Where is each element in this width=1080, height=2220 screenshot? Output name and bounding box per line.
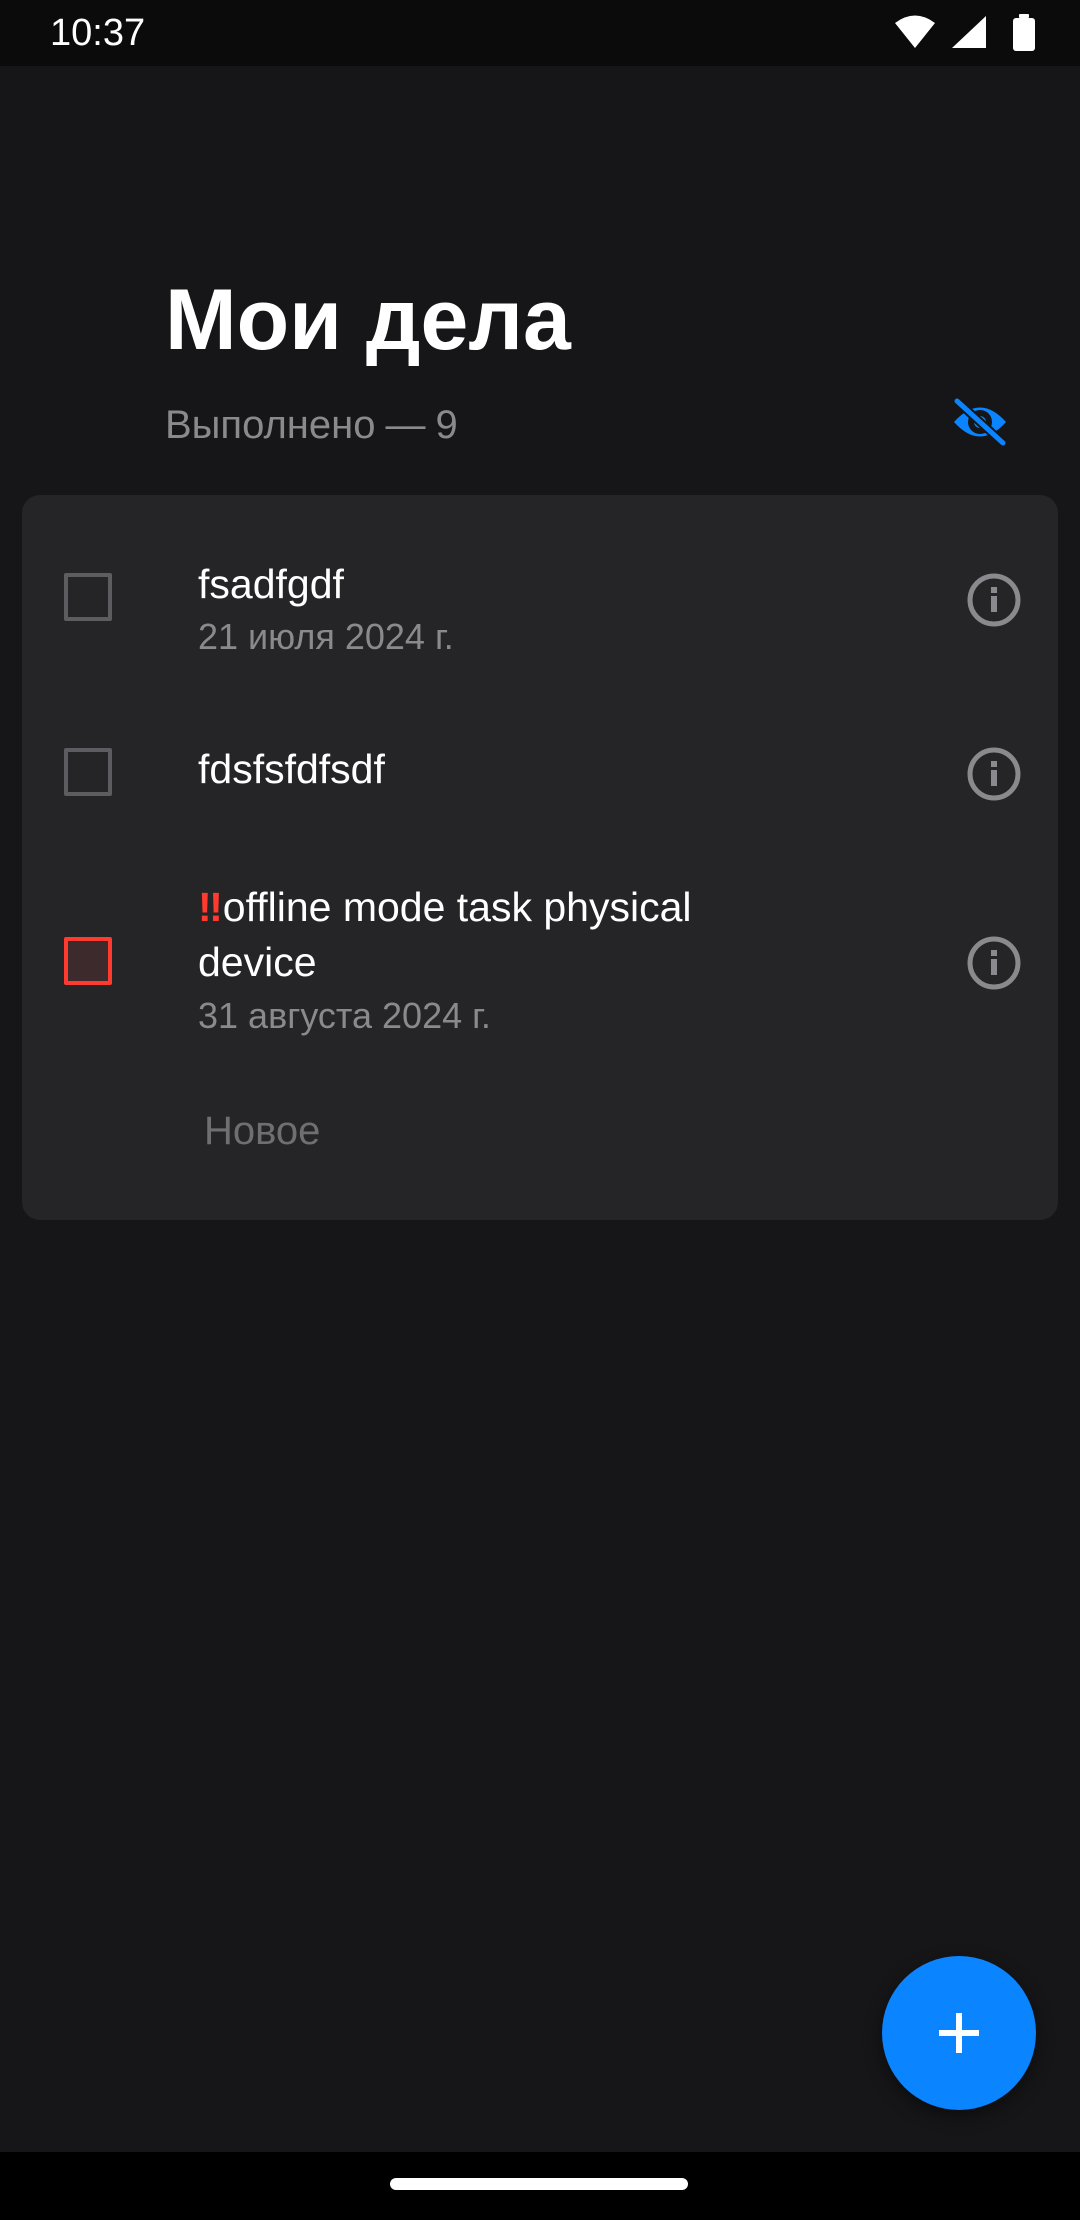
- completed-counter: Выполнено —9: [165, 397, 458, 453]
- wifi-icon: [895, 15, 935, 48]
- task-checkbox[interactable]: [64, 748, 112, 796]
- task-checkbox[interactable]: [64, 573, 112, 621]
- home-indicator[interactable]: [390, 2178, 688, 2190]
- new-task-button[interactable]: Новое: [204, 1103, 320, 1159]
- plus-icon: [939, 2013, 979, 2053]
- task-item[interactable]: fdsfsfdfsdf: [22, 720, 1058, 840]
- task-checkbox-high-priority[interactable]: [64, 937, 112, 985]
- completed-count: 9: [435, 403, 458, 447]
- task-text: ‼offline mode task physical device: [198, 880, 818, 990]
- task-date: 21 июля 2024 г.: [198, 616, 454, 657]
- add-task-fab[interactable]: [882, 1956, 1036, 2110]
- status-bar: 10:37: [0, 0, 1080, 66]
- task-item[interactable]: ‼offline mode task physical device 31 ав…: [22, 880, 1058, 1070]
- page-title: Мои дела: [165, 272, 571, 368]
- toggle-completed-visibility-button[interactable]: [948, 390, 1012, 454]
- task-date: 31 августа 2024 г.: [198, 995, 491, 1036]
- completed-separator: —: [385, 403, 426, 447]
- task-list-card: fsadfgdf 21 июля 2024 г. fdsfsfdfsdf ‼of…: [22, 495, 1058, 1220]
- task-text: fdsfsfdfsdf: [198, 746, 385, 792]
- high-priority-icon: ‼: [198, 884, 223, 930]
- info-icon[interactable]: [962, 568, 1026, 632]
- battery-icon: [1013, 14, 1035, 51]
- navigation-bar: [0, 2152, 1080, 2220]
- info-icon[interactable]: [962, 931, 1026, 995]
- task-text-value: offline mode task physical device: [198, 884, 692, 985]
- status-time: 10:37: [50, 12, 146, 54]
- completed-label: Выполнено: [165, 403, 376, 447]
- task-text: fsadfgdf: [198, 561, 344, 607]
- cellular-signal-icon: [952, 16, 986, 48]
- eye-off-icon: [952, 397, 1008, 447]
- info-icon[interactable]: [962, 742, 1026, 806]
- task-item[interactable]: fsadfgdf 21 июля 2024 г.: [22, 535, 1058, 665]
